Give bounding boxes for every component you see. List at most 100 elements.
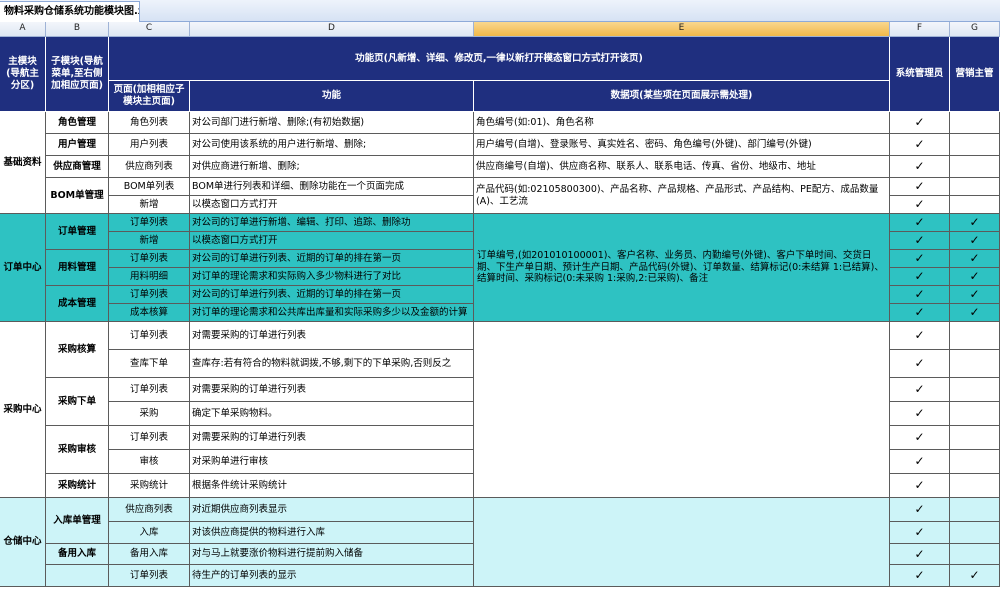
cell-sales-manager-check[interactable] [950, 378, 1000, 402]
cell-sales-manager-check[interactable]: ✓ [950, 214, 1000, 232]
cell-page[interactable]: 订单列表 [109, 378, 190, 402]
cell-sub-module[interactable]: 用料管理 [46, 250, 109, 286]
cell-sys-admin-check[interactable]: ✓ [890, 544, 950, 565]
cell-sub-module[interactable]: 采购下单 [46, 378, 109, 426]
cell-sub-module[interactable] [46, 565, 109, 587]
cell-function[interactable]: 查库存:若有符合的物料就调拨,不够,剩下的下单采购,否则反之 [190, 350, 474, 378]
column-header-d[interactable]: D [190, 22, 474, 37]
cell-sub-module[interactable]: 订单管理 [46, 214, 109, 250]
cell-sys-admin-check[interactable]: ✓ [890, 286, 950, 304]
cell-sales-manager-check[interactable] [950, 498, 1000, 522]
cell-data-items[interactable]: 角色编号(如:01)、角色名称 [474, 112, 890, 134]
cell-sys-admin-check[interactable]: ✓ [890, 250, 950, 268]
cell-main-module[interactable]: 仓储中心 [0, 498, 46, 587]
cell-function[interactable]: 对订单的理论需求和公共库出库量和实际采购多少以及金额的计算 [190, 304, 474, 322]
cell-page[interactable]: 用户列表 [109, 134, 190, 156]
cell-function[interactable]: 对采购单进行审核 [190, 450, 474, 474]
column-header-a[interactable]: A [0, 22, 46, 37]
cell-sub-module[interactable]: 供应商管理 [46, 156, 109, 178]
cell-data-items-merged[interactable]: 订单编号,(如201010100001)、客户名称、业务员、内勤编号(外键)、客… [474, 214, 890, 322]
cell-sys-admin-check[interactable]: ✓ [890, 268, 950, 286]
cell-page[interactable]: 用料明细 [109, 268, 190, 286]
cell-sales-manager-check[interactable] [950, 196, 1000, 214]
cell-sys-admin-check[interactable]: ✓ [890, 350, 950, 378]
cell-sys-admin-check[interactable]: ✓ [890, 178, 950, 196]
cell-sys-admin-check[interactable]: ✓ [890, 112, 950, 134]
column-header-g[interactable]: G [950, 22, 1000, 37]
cell-sub-module[interactable]: 入库单管理 [46, 498, 109, 544]
cell-sub-module[interactable]: 用户管理 [46, 134, 109, 156]
cell-function[interactable]: 确定下单采购物料。 [190, 402, 474, 426]
cell-page[interactable]: 新增 [109, 232, 190, 250]
cell-sales-manager-check[interactable] [950, 450, 1000, 474]
cell-sys-admin-check[interactable]: ✓ [890, 498, 950, 522]
cell-sales-manager-check[interactable] [950, 350, 1000, 378]
cell-page[interactable]: 新增 [109, 196, 190, 214]
cell-page[interactable]: 审核 [109, 450, 190, 474]
cell-sales-manager-check[interactable] [950, 544, 1000, 565]
column-header-b[interactable]: B [46, 22, 109, 37]
cell-sys-admin-check[interactable]: ✓ [890, 378, 950, 402]
cell-sales-manager-check[interactable] [950, 134, 1000, 156]
cell-sales-manager-check[interactable] [950, 112, 1000, 134]
cell-sys-admin-check[interactable]: ✓ [890, 402, 950, 426]
cell-sales-manager-check[interactable]: ✓ [950, 565, 1000, 587]
cell-sys-admin-check[interactable]: ✓ [890, 156, 950, 178]
cell-sub-module[interactable]: 采购审核 [46, 426, 109, 474]
cell-function[interactable]: 以模态窗口方式打开 [190, 232, 474, 250]
cell-sales-manager-check[interactable] [950, 402, 1000, 426]
cell-data-items-merged[interactable] [474, 498, 890, 587]
cell-function[interactable]: 对需要采购的订单进行列表 [190, 322, 474, 350]
cell-sys-admin-check[interactable]: ✓ [890, 322, 950, 350]
cell-page[interactable]: 备用入库 [109, 544, 190, 565]
cell-page[interactable]: 查库下单 [109, 350, 190, 378]
cell-function[interactable]: 对订单的理论需求和实际购入多少物料进行了对比 [190, 268, 474, 286]
column-header-f[interactable]: F [890, 22, 950, 37]
cell-main-module[interactable]: 基础资料 [0, 112, 46, 214]
cell-sys-admin-check[interactable]: ✓ [890, 426, 950, 450]
cell-sys-admin-check[interactable]: ✓ [890, 214, 950, 232]
cell-function[interactable]: 对公司的订单进行新增、编辑、打印、追踪、删除功 [190, 214, 474, 232]
cell-page[interactable]: 订单列表 [109, 322, 190, 350]
cell-main-module[interactable]: 采购中心 [0, 322, 46, 498]
cell-main-module[interactable]: 订单中心 [0, 214, 46, 322]
cell-sub-module[interactable]: 采购核算 [46, 322, 109, 378]
cell-page[interactable]: 角色列表 [109, 112, 190, 134]
cell-sales-manager-check[interactable]: ✓ [950, 232, 1000, 250]
cell-page[interactable]: 供应商列表 [109, 156, 190, 178]
cell-function[interactable]: 对公司使用该系统的用户进行新增、删除; [190, 134, 474, 156]
cell-page[interactable]: 采购统计 [109, 474, 190, 498]
cell-sub-module[interactable]: 备用入库 [46, 544, 109, 565]
cell-sys-admin-check[interactable]: ✓ [890, 565, 950, 587]
cell-sales-manager-check[interactable] [950, 474, 1000, 498]
cell-function[interactable]: 对公司的订单进行列表、近期的订单的排在第一页 [190, 250, 474, 268]
cell-function[interactable]: 对近期供应商列表显示 [190, 498, 474, 522]
cell-function[interactable]: 对与马上就要涨价物料进行提前购入储备 [190, 544, 474, 565]
cell-data-items[interactable]: 产品代码(如:02105800300)、产品名称、产品规格、产品形式、产品结构、… [474, 178, 890, 214]
cell-page[interactable]: BOM单列表 [109, 178, 190, 196]
cell-function[interactable]: 对该供应商提供的物料进行入库 [190, 522, 474, 544]
cell-data-items-merged[interactable] [474, 322, 890, 498]
cell-sales-manager-check[interactable]: ✓ [950, 250, 1000, 268]
cell-function[interactable]: 待生产的订单列表的显示 [190, 565, 474, 587]
cell-sys-admin-check[interactable]: ✓ [890, 196, 950, 214]
column-header-e[interactable]: E [474, 22, 890, 37]
cell-page[interactable]: 入库 [109, 522, 190, 544]
cell-function[interactable]: BOM单进行列表和详细、删除功能在一个页面完成 [190, 178, 474, 196]
cell-sys-admin-check[interactable]: ✓ [890, 232, 950, 250]
cell-page[interactable]: 成本核算 [109, 304, 190, 322]
cell-function[interactable]: 对供应商进行新增、删除; [190, 156, 474, 178]
cell-data-items[interactable]: 供应商编号(自增)、供应商名称、联系人、联系电话、传真、省份、地级市、地址 [474, 156, 890, 178]
cell-sub-module[interactable]: 成本管理 [46, 286, 109, 322]
cell-sys-admin-check[interactable]: ✓ [890, 450, 950, 474]
cell-sub-module[interactable]: 采购统计 [46, 474, 109, 498]
cell-sales-manager-check[interactable] [950, 426, 1000, 450]
cell-sales-manager-check[interactable] [950, 178, 1000, 196]
cell-data-items[interactable]: 用户编号(自增)、登录账号、真实姓名、密码、角色编号(外键)、部门编号(外键) [474, 134, 890, 156]
cell-function[interactable]: 对需要采购的订单进行列表 [190, 426, 474, 450]
cell-function[interactable]: 对公司的订单进行列表、近期的订单的排在第一页 [190, 286, 474, 304]
cell-page[interactable]: 订单列表 [109, 426, 190, 450]
cell-page[interactable]: 供应商列表 [109, 498, 190, 522]
cell-sys-admin-check[interactable]: ✓ [890, 474, 950, 498]
cell-sales-manager-check[interactable]: ✓ [950, 304, 1000, 322]
